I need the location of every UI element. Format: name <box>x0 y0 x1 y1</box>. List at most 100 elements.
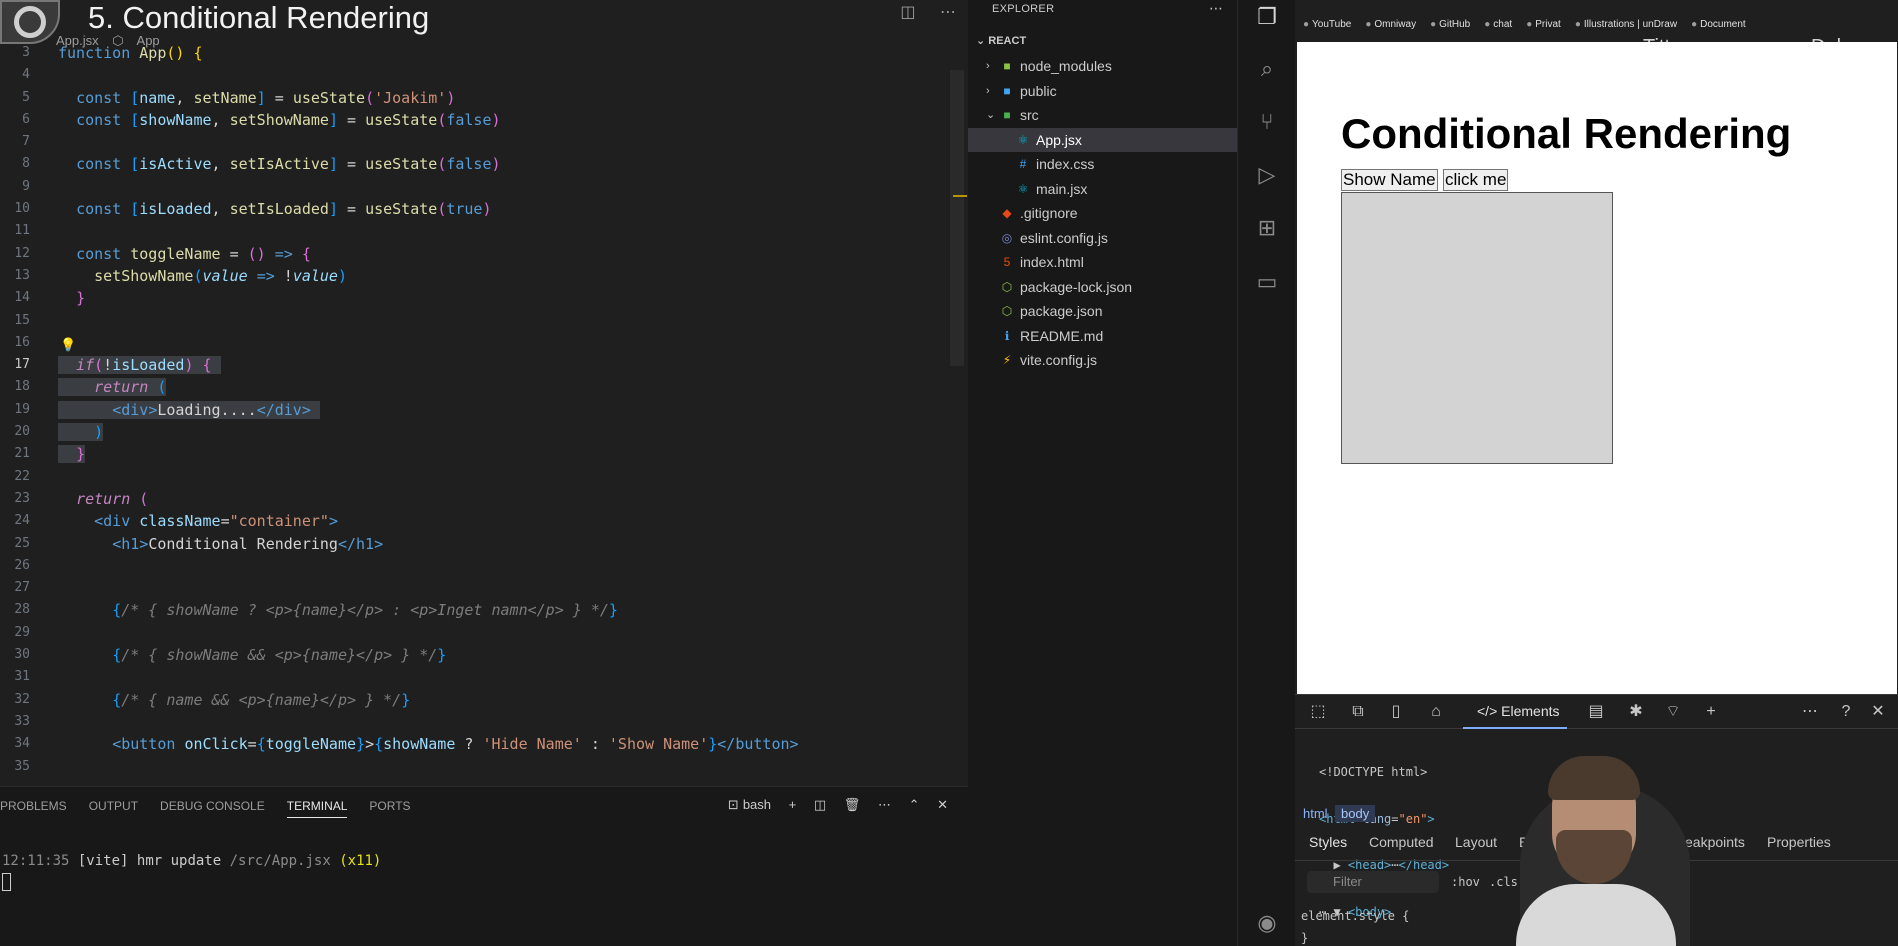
code-line[interactable]: 30 {/* { showName && <p>{name}</p> } */} <box>0 644 960 666</box>
styles-filter-input[interactable]: Filter <box>1307 871 1439 893</box>
file-eslint-config[interactable]: ◎ eslint.config.js <box>968 226 1237 251</box>
inspect-icon[interactable]: ⬚ <box>1307 701 1329 723</box>
panel-tab-problems[interactable]: PROBLEMS <box>0 799 67 813</box>
files-icon[interactable]: ❐ <box>1252 2 1282 32</box>
hov-toggle[interactable]: :hov <box>1451 875 1480 889</box>
crumb-body[interactable]: body <box>1335 805 1376 822</box>
file-gitignore[interactable]: ◆ .gitignore <box>968 201 1237 226</box>
panel-tab-output[interactable]: OUTPUT <box>89 799 138 813</box>
code-line[interactable]: 25 <h1>Conditional Rendering</h1> <box>0 533 960 555</box>
bookmark-item[interactable]: ● YouTube <box>1303 19 1351 30</box>
panel-tab-ports[interactable]: PORTS <box>369 799 410 813</box>
new-terminal-icon[interactable]: + <box>789 797 797 812</box>
code-line[interactable]: 34 <button onClick={toggleName}>{showNam… <box>0 733 960 755</box>
maximize-icon[interactable]: ⌃ <box>909 797 920 812</box>
code-line[interactable]: 8 const [isActive, setIsActive] = useSta… <box>0 153 960 175</box>
explorer-more-icon[interactable]: ⋯ <box>1209 0 1223 17</box>
code-line[interactable]: 17 if(!isLoaded) { <box>0 354 960 376</box>
click-me-button[interactable]: click me <box>1443 169 1509 191</box>
network-icon[interactable]: ⌔ <box>1662 701 1684 723</box>
explorer-section-react[interactable]: ⌄ REACT <box>976 34 1026 47</box>
bookmark-item[interactable]: ● Privat <box>1526 19 1561 30</box>
code-area[interactable]: 3 function App() {4 5 const [name, setName… <box>0 42 960 778</box>
tab-elements[interactable]: </> Elements <box>1463 695 1567 729</box>
code-line[interactable]: 24 <div className="container"> <box>0 510 960 532</box>
element-style-rule[interactable]: element.style { <box>1301 909 1409 923</box>
code-line[interactable]: 35 <box>0 756 960 778</box>
code-line[interactable]: 11 <box>0 220 960 242</box>
bookmark-item[interactable]: ● Document <box>1691 19 1746 30</box>
shell-label[interactable]: bash <box>743 797 771 812</box>
code-line[interactable]: 4 <box>0 64 960 86</box>
file-index-css[interactable]: # index.css <box>968 152 1237 177</box>
close-devtools-icon[interactable]: ✕ <box>1867 701 1889 723</box>
editor-scrollbar[interactable] <box>950 70 964 366</box>
code-line[interactable]: 27 <box>0 577 960 599</box>
bookmark-item[interactable]: ● chat <box>1484 19 1512 30</box>
file-public[interactable]: › ■ public <box>968 79 1237 104</box>
split-editor-icon[interactable]: ◫ <box>900 4 915 21</box>
code-line[interactable]: 22 <box>0 466 960 488</box>
extensions-icon[interactable]: ⊞ <box>1252 213 1282 243</box>
code-line[interactable]: 9 <box>0 176 960 198</box>
panel-tab-terminal[interactable]: TERMINAL <box>286 799 348 818</box>
file-index-html[interactable]: 5 index.html <box>968 250 1237 275</box>
code-line[interactable]: 15 <box>0 310 960 332</box>
code-line[interactable]: 32 {/* { name && <p>{name}</p> } */} <box>0 689 960 711</box>
code-line[interactable]: 21 } <box>0 443 960 465</box>
split-terminal-icon[interactable]: ◫ <box>814 797 826 812</box>
bookmark-item[interactable]: ● Omniway <box>1365 19 1416 30</box>
code-line[interactable]: 33 <box>0 711 960 733</box>
code-line[interactable]: 13 setShowName(value => !value) <box>0 265 960 287</box>
tab-computed[interactable]: Computed <box>1369 834 1434 850</box>
tab-layout[interactable]: Layout <box>1455 834 1497 850</box>
source-control-icon[interactable]: ⑂ <box>1252 107 1282 137</box>
more-actions-icon[interactable]: ⋯ <box>940 4 956 21</box>
code-line[interactable]: 31 <box>0 666 960 688</box>
file-app-jsx[interactable]: ⚛ App.jsx <box>968 127 1237 152</box>
file-node-modules[interactable]: › ■ node_modules <box>968 54 1237 79</box>
home-icon[interactable]: ⌂ <box>1425 701 1447 723</box>
bookmark-item[interactable]: ● GitHub <box>1430 19 1470 30</box>
code-line[interactable]: 7 <box>0 131 960 153</box>
code-line[interactable]: 19 <div>Loading....</div> <box>0 399 960 421</box>
terminal-icon[interactable]: ⊡ <box>728 797 739 812</box>
help-icon[interactable]: ? <box>1835 701 1857 723</box>
run-debug-icon[interactable]: ▷ <box>1252 160 1282 190</box>
file-package-lock[interactable]: ⬡ package-lock.json <box>968 275 1237 300</box>
code-line[interactable]: 14 } <box>0 287 960 309</box>
bug-icon[interactable]: ✱ <box>1625 701 1647 723</box>
bookmark-item[interactable]: ● Illustrations | unDraw <box>1575 19 1677 30</box>
dock-icon[interactable]: ▯ <box>1385 701 1407 723</box>
dom-doctype[interactable]: <!DOCTYPE html> <box>1319 765 1449 784</box>
code-line[interactable]: 6 const [showName, setShowName] = useSta… <box>0 109 960 131</box>
crumb-html[interactable]: html <box>1297 805 1334 822</box>
remote-explorer-icon[interactable]: ▭ <box>1252 267 1282 297</box>
close-panel-icon[interactable]: ✕ <box>937 797 948 812</box>
console-icon[interactable]: ▤ <box>1585 701 1607 723</box>
search-icon[interactable]: ⌕ <box>1252 54 1282 84</box>
file-src[interactable]: ⌄ ■ src <box>968 103 1237 128</box>
more-icon[interactable]: ⋯ <box>1799 701 1821 723</box>
code-line[interactable]: 10 const [isLoaded, setIsLoaded] = useSt… <box>0 198 960 220</box>
code-line[interactable]: 20 ) <box>0 421 960 443</box>
code-line[interactable]: 5 const [name, setName] = useState('Joak… <box>0 87 960 109</box>
trash-icon[interactable]: 🗑 <box>844 797 861 812</box>
account-icon[interactable]: ◉ <box>1252 908 1282 938</box>
more-icon[interactable]: ⋯ <box>878 797 891 812</box>
file-main-jsx[interactable]: ⚛ main.jsx <box>968 177 1237 202</box>
code-line[interactable]: 18 return ( <box>0 376 960 398</box>
add-tab-icon[interactable]: + <box>1700 701 1722 723</box>
code-line[interactable]: 3 function App() { <box>0 42 960 64</box>
tab-properties[interactable]: Properties <box>1767 834 1831 850</box>
device-icon[interactable]: ⧉ <box>1347 701 1369 723</box>
show-name-button[interactable]: Show Name <box>1341 169 1438 191</box>
file-readme[interactable]: ℹ README.md <box>968 324 1237 349</box>
code-line[interactable]: 12 const toggleName = () => { <box>0 243 960 265</box>
file-package-json[interactable]: ⬡ package.json <box>968 299 1237 324</box>
code-line[interactable]: 26 <box>0 555 960 577</box>
file-vite-config[interactable]: ⚡ vite.config.js <box>968 348 1237 373</box>
code-line[interactable]: 29 <box>0 622 960 644</box>
panel-tab-debug-console[interactable]: DEBUG CONSOLE <box>160 799 265 813</box>
code-line[interactable]: 23 return ( <box>0 488 960 510</box>
